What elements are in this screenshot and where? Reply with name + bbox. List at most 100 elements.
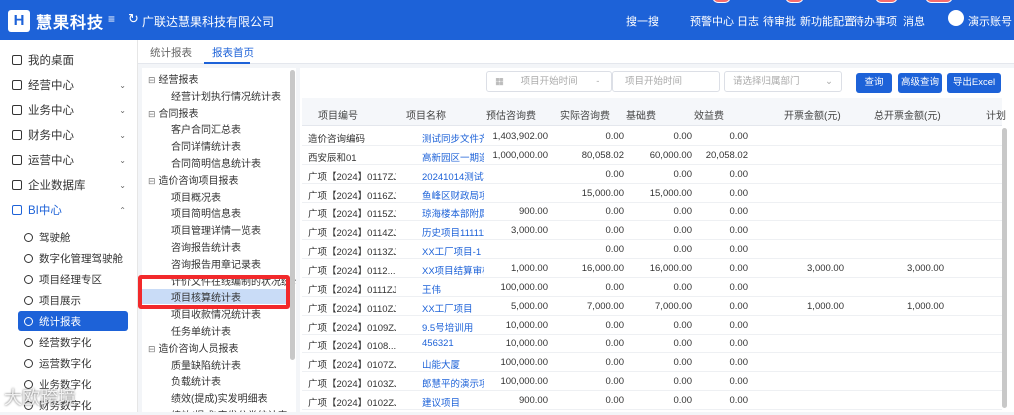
dept-select[interactable]: 请选择归属部门 ⌄ [724,71,842,92]
sidebar-subitem[interactable]: 项目经理专区 [18,269,128,289]
sidebar-subitem[interactable]: 数字化管理驾驶舱 [18,248,128,268]
project-link[interactable]: XX工厂项目 [422,301,484,315]
tree-item[interactable]: 质量缺陷统计表 [171,357,241,372]
tree-item[interactable]: 项目管理详情一览表 [171,222,261,237]
column-header[interactable]: 预估咨询费 [486,107,536,122]
tree-group[interactable]: 造价咨询人员报表 [148,340,239,355]
tree-item[interactable]: 经营计划执行情况统计表 [171,88,281,103]
project-link[interactable]: 山能大厦 [422,357,484,371]
column-header[interactable]: 项目名称 [406,107,446,122]
table-row[interactable]: 广项【2024】0110ZJ XX工厂项目 5,000.00 7,000.00 7,00… [302,297,1002,316]
table-cell: 900.00 [518,394,548,406]
sidebar-item[interactable]: 运营中心 ⌄ [0,148,138,172]
topbar-item[interactable]: 待审批 [763,13,796,29]
project-link[interactable]: 9.5号培训用 [422,320,484,334]
table-row[interactable]: 广项【2024】0117ZJ 20241014测试项目 0.00 0.00 0.00 [302,165,1002,184]
advanced-query-button[interactable]: 高级查询 [898,73,942,93]
table-scrollbar[interactable] [1002,128,1007,408]
table-cell: 1,403,902.00 [492,131,548,142]
project-link[interactable]: 王伟 [422,282,484,296]
table-row[interactable]: 西安辰和01 高新园区一期造价... 1,000,000.00 80,058.02 60… [302,146,1002,165]
topbar-item[interactable]: 日志 [737,13,759,29]
topbar-item[interactable]: 新功能配置 [800,13,855,29]
table-cell: 0.00 [729,168,749,180]
table-row[interactable]: 广项【2024】0108... 456321 10,000.00 0.00 0.00 0.… [302,334,1002,354]
topbar-item[interactable]: 消息 [903,13,925,29]
project-link[interactable]: 建议项目 [422,395,484,409]
tab-report-home[interactable]: 报表首页 [212,45,254,60]
tree-item[interactable]: 负载统计表 [171,373,221,388]
project-link[interactable]: 琼海楼本部附属楼... [422,206,484,220]
sidebar-item-label: BI中心 [28,205,62,217]
menu-toggle-icon[interactable]: ≡ [108,12,115,26]
table-row[interactable]: 广项【2024】0107ZJ 山能大厦 100,000.00 0.00 0.00 0.00 [302,353,1002,373]
topbar-item[interactable]: 预警中心 [690,13,734,29]
project-link[interactable]: 鱼峰区财政局项目 [422,188,484,202]
tree-item[interactable]: 合同详情统计表 [171,138,241,153]
start-date-input[interactable]: ▦ 项目开始时间 - [486,71,612,92]
project-link[interactable]: XX工厂项目-1 [422,244,484,258]
tab-statistics[interactable]: 统计报表 [150,45,192,60]
table-cell: 0.00 [673,281,693,293]
tree-item[interactable]: 绩效(提成)实发明细表 [171,390,268,405]
project-link[interactable]: 20241014测试项目 [422,169,484,183]
table-row[interactable]: 广项【2024】0113ZJ XX工厂项目-1 0.00 0.00 0.00 [302,240,1002,260]
project-link[interactable]: 郎慧平的演示项目0... [422,376,484,390]
table-row[interactable]: 广项【2024】0112... XX项目结算审核项目 1,000.00 16,000.… [302,259,1002,278]
sidebar-subitem[interactable]: 驾驶舱 [18,227,128,247]
column-header[interactable]: 开票金额(元) [784,107,841,122]
table-row[interactable]: 造价咨询编码 测试同步文件齐伟用 1,403,902.00 0.00 0.00 0.00 [302,127,1002,146]
column-header[interactable]: 总开票金额(元) [874,107,941,122]
table-row[interactable]: 广项【2024】0109ZJ 9.5号培训用 10,000.00 0.00 0.00 0.… [302,316,1002,335]
tree-group[interactable]: 经营报表 [148,71,199,86]
end-date-input[interactable]: 项目开始时间 [612,71,720,92]
table-cell: 0.00 [605,376,625,388]
export-excel-button[interactable]: 导出Excel [947,73,1001,93]
tree-item[interactable]: 绩效(提成)实发分类统计表 [171,407,288,412]
project-link[interactable]: 历史项目1111111 [422,225,484,239]
column-header[interactable]: 项目编号 [318,107,358,122]
sidebar-item[interactable]: 财务中心 ⌄ [0,123,138,147]
project-link[interactable]: XX项目结算审核项目 [422,263,484,277]
tree-item[interactable]: 客户合同汇总表 [171,121,241,136]
menu-icon [12,180,22,190]
refresh-icon[interactable]: ↻ [128,11,139,27]
sidebar-item[interactable]: BI中心 ⌃ [0,198,138,222]
tree-item[interactable]: 咨询报告统计表 [171,239,241,254]
project-link[interactable]: 高新园区一期造价... [422,150,484,164]
avatar[interactable] [948,10,964,26]
tree-group[interactable]: 造价咨询项目报表 [148,172,239,187]
tree-group[interactable]: 合同报表 [148,105,199,120]
column-header[interactable]: 基础费 [626,107,656,122]
topbar-item[interactable]: 搜一搜 [626,13,659,29]
project-link[interactable]: 456321 [422,338,484,349]
table-cell: 0.00 [729,394,749,406]
topbar-item[interactable]: 待办事项 [853,13,897,29]
tree-item[interactable]: 合同简明信息统计表 [171,155,261,170]
column-header[interactable]: 计划 [986,107,1006,122]
sidebar-item[interactable]: 经营中心 ⌄ [0,73,138,97]
sidebar-subitem[interactable]: 项目展示 [18,290,128,310]
tree-item[interactable]: 咨询报告用章记录表 [171,256,261,271]
query-button[interactable]: 查询 [856,73,892,93]
table-row[interactable]: 广项【2024】0115ZJ 琼海楼本部附属楼... 900.00 0.00 0.00 0… [302,202,1002,222]
table-row[interactable]: 广项【2024】0116ZJ 鱼峰区财政局项目 15,000.00 15,000.00… [302,184,1002,203]
column-header[interactable]: 效益费 [694,107,724,122]
column-header[interactable]: 实际咨询费 [560,107,610,122]
sidebar-item[interactable]: 业务中心 ⌄ [0,98,138,122]
sidebar-subitem[interactable]: 经营数字化 [18,332,128,352]
table-row[interactable]: 广项【2024】0114ZJ 历史项目1111111 3,000.00 0.00 0.0… [302,221,1002,241]
tree-item[interactable]: 任务单统计表 [171,323,231,338]
sidebar-subitem[interactable]: 运营数字化 [18,353,128,373]
table-row[interactable]: 广项【2024】0111ZJ 王伟 100,000.00 0.00 0.00 0.00 [302,278,1002,297]
tree-item[interactable]: 项目概况表 [171,189,221,204]
sidebar-item[interactable]: 我的桌面 [0,48,138,72]
tree-item[interactable]: 项目简明信息表 [171,205,241,220]
topbar-item[interactable]: 演示账号 [968,13,1012,29]
sidebar-subitem[interactable]: 统计报表 [18,311,128,331]
project-link[interactable]: 测试同步文件齐伟用 [422,131,484,145]
table-row[interactable]: 广项【2024】0103ZJ 郎慧平的演示项目0... 100,000.00 0.00… [302,372,1002,392]
table-row[interactable]: 广项【2024】0102ZJ 建议项目 900.00 0.00 0.00 0.00 [302,391,1002,410]
sidebar-item[interactable]: 企业数据库 ⌄ [0,173,138,197]
tree-scrollbar[interactable] [290,70,295,360]
